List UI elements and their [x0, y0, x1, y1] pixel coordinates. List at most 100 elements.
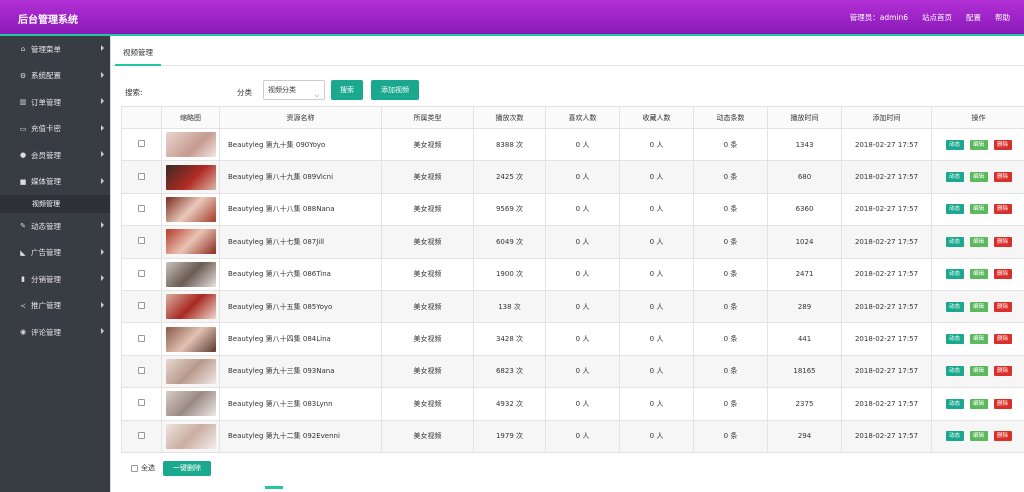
admin-user-link[interactable]: 管理员：admin6: [850, 12, 908, 23]
sidebar-item-comments[interactable]: ◉ 评论管理: [0, 319, 110, 346]
dynamic-button[interactable]: 动态: [945, 431, 964, 442]
sidebar-item-ads[interactable]: ◣ 广告管理: [0, 240, 110, 267]
sidebar-item-members[interactable]: ● 会员管理: [0, 142, 110, 169]
sidebar-item-menu[interactable]: ⌂ 管理菜单: [0, 36, 110, 63]
delete-button[interactable]: 删除: [993, 269, 1012, 280]
actions-cell: 动态 编辑 删除: [931, 192, 1024, 227]
add-video-button[interactable]: 添加视频: [371, 80, 419, 100]
row-actions: 动态 编辑 删除: [933, 366, 1024, 377]
row-checkbox[interactable]: [138, 366, 145, 374]
delete-button[interactable]: 删除: [993, 431, 1012, 442]
row-checkbox-cell: [121, 192, 162, 227]
tab-video-management[interactable]: 视频管理: [115, 46, 161, 66]
row-checkbox[interactable]: [138, 431, 145, 439]
site-home-link[interactable]: 站点首页: [922, 12, 952, 23]
delete-button[interactable]: 删除: [993, 139, 1012, 150]
added-time: 2018-02-27 17:57: [841, 127, 932, 162]
help-link[interactable]: 帮助: [995, 12, 1010, 23]
video-thumbnail: [165, 196, 216, 222]
col-actions: 操作: [931, 106, 1024, 129]
pagination-indicator[interactable]: [265, 486, 283, 489]
row-checkbox[interactable]: [138, 172, 145, 180]
select-all-checkbox[interactable]: [131, 464, 138, 472]
like-count: 0 人: [545, 225, 620, 259]
dynamic-button[interactable]: 动态: [945, 172, 964, 183]
row-checkbox[interactable]: [138, 334, 145, 342]
delete-button[interactable]: 删除: [993, 334, 1012, 345]
sidebar-item-dynamics[interactable]: ✎ 动态管理: [0, 213, 110, 240]
play-count: 138 次: [473, 289, 546, 324]
delete-button[interactable]: 删除: [993, 366, 1012, 377]
fav-count: 0 人: [619, 160, 694, 194]
play-count: 2425 次: [473, 160, 546, 194]
like-count: 0 人: [545, 387, 620, 421]
col-duration: 播放时间: [767, 106, 842, 129]
row-checkbox[interactable]: [138, 204, 145, 212]
edit-button[interactable]: 编辑: [969, 139, 988, 150]
dynamic-button[interactable]: 动态: [945, 269, 964, 280]
like-count: 0 人: [545, 192, 620, 227]
row-checkbox[interactable]: [138, 302, 145, 310]
config-link[interactable]: 配置: [966, 12, 981, 23]
dynamic-button[interactable]: 动态: [945, 301, 964, 312]
edit-button[interactable]: 编辑: [969, 204, 988, 215]
credit-card-icon: ▭: [19, 124, 27, 133]
delete-button[interactable]: 删除: [993, 301, 1012, 312]
row-checkbox[interactable]: [138, 269, 145, 277]
video-type: 美女视频: [381, 322, 474, 356]
play-count: 6823 次: [473, 354, 546, 389]
sidebar-item-promotion[interactable]: ≺ 推广管理: [0, 293, 110, 320]
row-checkbox-cell: [121, 257, 162, 291]
dynamic-button[interactable]: 动态: [945, 398, 964, 409]
row-checkbox[interactable]: [138, 399, 145, 407]
chevron-right-icon: [101, 222, 104, 228]
video-name: Beautyleg 第八十四集 084Lina: [219, 322, 382, 356]
gears-icon: ⚙: [19, 71, 27, 80]
edit-button[interactable]: 编辑: [969, 366, 988, 377]
dynamic-button[interactable]: 动态: [945, 334, 964, 345]
video-type: 美女视频: [381, 289, 474, 324]
chevron-right-icon: [101, 275, 104, 281]
category-select[interactable]: 视频分类 ⌵: [263, 80, 325, 100]
sidebar-subitem-video[interactable]: 视频管理: [0, 195, 110, 213]
sidebar-item-media[interactable]: ■ 媒体管理: [0, 169, 110, 196]
delete-button[interactable]: 删除: [993, 236, 1012, 247]
chevron-right-icon: [101, 151, 104, 157]
dynamic-button[interactable]: 动态: [945, 236, 964, 247]
edit-button[interactable]: 编辑: [969, 236, 988, 247]
delete-button[interactable]: 删除: [993, 172, 1012, 183]
bulk-delete-button[interactable]: 一键删除: [163, 460, 211, 476]
like-count: 0 人: [545, 160, 620, 194]
thumbnail-cell: [161, 419, 220, 453]
table-footer: 全选 一键删除: [131, 460, 211, 476]
sidebar-item-orders[interactable]: ▥ 订单管理: [0, 89, 110, 116]
edit-button[interactable]: 编辑: [969, 431, 988, 442]
video-type: 美女视频: [381, 160, 474, 194]
edit-button[interactable]: 编辑: [969, 269, 988, 280]
col-plays: 播放次数: [473, 106, 546, 129]
edit-button[interactable]: 编辑: [969, 334, 988, 345]
row-checkbox[interactable]: [138, 140, 145, 148]
row-actions: 动态 编辑 删除: [933, 431, 1024, 442]
chevron-right-icon: [101, 248, 104, 255]
fav-count: 0 人: [619, 257, 694, 291]
row-checkbox-cell: [121, 160, 162, 194]
chevron-right-icon: [101, 71, 104, 78]
delete-button[interactable]: 删除: [993, 398, 1012, 409]
dynamic-button[interactable]: 动态: [945, 139, 964, 150]
sidebar-item-distribution[interactable]: ▮ 分销管理: [0, 266, 110, 293]
added-time: 2018-02-27 17:57: [841, 354, 932, 389]
play-count: 8388 次: [473, 127, 546, 162]
app-title: 后台管理系统: [18, 15, 78, 26]
edit-button[interactable]: 编辑: [969, 398, 988, 409]
search-button[interactable]: 搜索: [331, 80, 363, 100]
home-icon: ⌂: [20, 45, 26, 54]
dynamic-button[interactable]: 动态: [945, 204, 964, 215]
sidebar-item-cards[interactable]: ▭ 充值卡密: [0, 116, 110, 143]
edit-button[interactable]: 编辑: [969, 172, 988, 183]
sidebar-item-system[interactable]: ⚙ 系统配置: [0, 63, 110, 90]
delete-button[interactable]: 删除: [993, 204, 1012, 215]
row-checkbox[interactable]: [138, 237, 145, 245]
edit-button[interactable]: 编辑: [969, 301, 988, 312]
dynamic-button[interactable]: 动态: [945, 366, 964, 377]
